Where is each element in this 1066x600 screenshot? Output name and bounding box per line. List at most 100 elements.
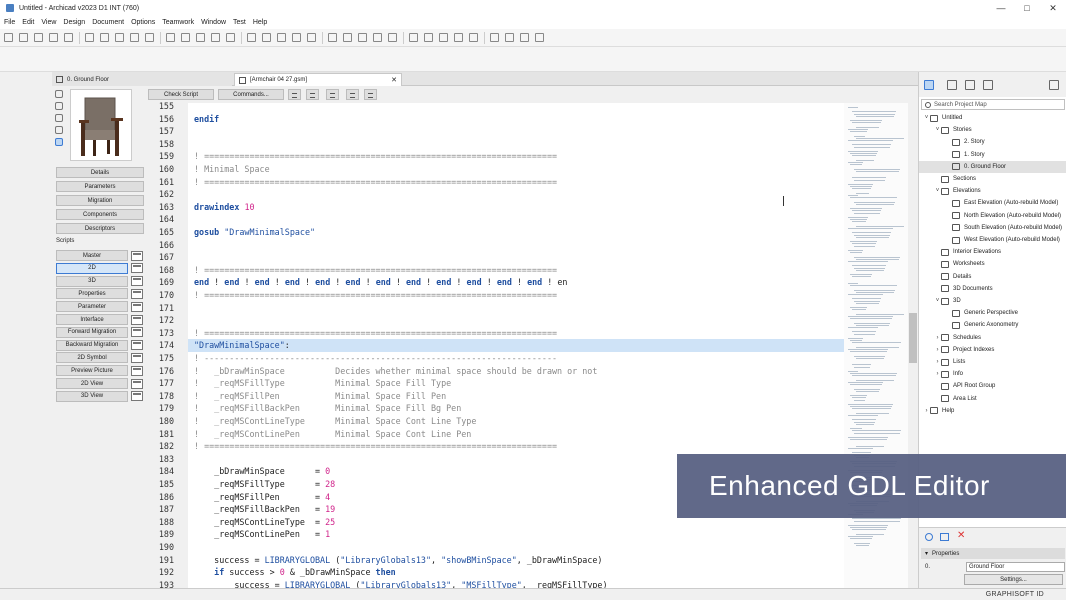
open-script-window-icon[interactable] bbox=[131, 288, 143, 299]
toolbar-tool-icon[interactable] bbox=[130, 33, 139, 42]
expand-arrow-icon[interactable]: ˅ bbox=[923, 115, 930, 121]
code-line[interactable] bbox=[188, 138, 844, 151]
settings-view-icon[interactable] bbox=[940, 533, 949, 541]
toolbar-tool-icon[interactable] bbox=[4, 33, 13, 42]
code-line[interactable]: ! ======================================… bbox=[188, 440, 844, 453]
scrollbar-thumb[interactable] bbox=[909, 313, 917, 363]
project-map-item[interactable]: 2. Story bbox=[919, 136, 1066, 148]
code-line[interactable] bbox=[188, 302, 844, 315]
code-line[interactable]: ! ======================================… bbox=[188, 289, 844, 302]
code-line[interactable] bbox=[188, 541, 844, 554]
publisher-icon[interactable] bbox=[983, 80, 993, 90]
script-toggle-icon[interactable] bbox=[131, 365, 143, 376]
toolbar-tool-icon[interactable] bbox=[100, 33, 109, 42]
toolbar-tool-icon[interactable] bbox=[247, 33, 256, 42]
open-script-window-icon[interactable] bbox=[131, 301, 143, 312]
code-line[interactable]: gosub "DrawMinimalSpace" bbox=[188, 226, 844, 239]
tab-ground-floor[interactable]: 0. Ground Floor bbox=[52, 73, 232, 86]
toolbar-tool-icon[interactable] bbox=[34, 33, 43, 42]
toolbar-tool-icon[interactable] bbox=[328, 33, 337, 42]
toolbar-tool-icon[interactable] bbox=[292, 33, 301, 42]
menu-view[interactable]: View bbox=[41, 19, 56, 26]
code-line[interactable]: drawindex 10 bbox=[188, 201, 844, 214]
list-view-icon[interactable] bbox=[55, 102, 63, 110]
project-map-item[interactable]: East Elevation (Auto-rebuild Model) bbox=[919, 197, 1066, 209]
toolbar-tool-icon[interactable] bbox=[166, 33, 175, 42]
project-map-item[interactable]: West Elevation (Auto-rebuild Model) bbox=[919, 234, 1066, 246]
toolbar-tool-icon[interactable] bbox=[439, 33, 448, 42]
toolbar-tool-icon[interactable] bbox=[520, 33, 529, 42]
toolbar-tool-icon[interactable] bbox=[145, 33, 154, 42]
menu-edit[interactable]: Edit bbox=[22, 19, 34, 26]
script-forward-migration[interactable]: Forward Migration bbox=[56, 326, 128, 338]
button-parameters[interactable]: Parameters bbox=[56, 181, 144, 192]
toolbar-tool-icon[interactable] bbox=[211, 33, 220, 42]
commands-button[interactable]: Commands... bbox=[218, 89, 284, 100]
code-line[interactable]: ! ======================================… bbox=[188, 176, 844, 189]
code-line[interactable]: ! --------------------------------------… bbox=[188, 352, 844, 365]
project-map-item[interactable]: › Help bbox=[919, 405, 1066, 417]
expand-arrow-icon[interactable]: › bbox=[934, 371, 941, 377]
project-map-item[interactable]: API Root Group bbox=[919, 380, 1066, 392]
project-map-item[interactable]: › Info bbox=[919, 368, 1066, 380]
code-line[interactable] bbox=[188, 103, 844, 113]
project-map-item[interactable]: 0. Ground Floor bbox=[919, 160, 1066, 173]
delete-icon[interactable]: ✕ bbox=[957, 530, 965, 541]
script-2d-symbol[interactable]: 2D Symbol bbox=[56, 352, 128, 364]
indent-icon[interactable] bbox=[288, 89, 301, 100]
menu-file[interactable]: File bbox=[4, 19, 15, 26]
project-map-item[interactable]: North Elevation (Auto-rebuild Model) bbox=[919, 210, 1066, 222]
expand-arrow-icon[interactable]: ˅ bbox=[934, 188, 941, 194]
layout-book-icon[interactable] bbox=[965, 80, 975, 90]
project-map-item[interactable]: Worksheets bbox=[919, 258, 1066, 270]
project-map-item[interactable]: › Project Indexes bbox=[919, 344, 1066, 356]
project-map-item[interactable]: 1. Story bbox=[919, 149, 1066, 161]
toolbar-tool-icon[interactable] bbox=[505, 33, 514, 42]
code-line[interactable]: ! ======================================… bbox=[188, 327, 844, 340]
button-components[interactable]: Components bbox=[56, 209, 144, 220]
script-properties[interactable]: Properties bbox=[56, 288, 128, 300]
code-line[interactable]: ! _reqMSFillType Minimal Space Fill Type bbox=[188, 377, 844, 390]
code-line[interactable] bbox=[188, 125, 844, 138]
toolbar-tool-icon[interactable] bbox=[358, 33, 367, 42]
project-map-item[interactable]: Interior Elevations bbox=[919, 246, 1066, 258]
new-view-icon[interactable] bbox=[925, 533, 933, 541]
comment-icon[interactable] bbox=[326, 89, 339, 100]
project-map-item[interactable]: › Schedules bbox=[919, 332, 1066, 344]
open-script-window-icon[interactable] bbox=[131, 340, 143, 351]
2d-view-icon[interactable] bbox=[55, 114, 63, 122]
toolbar-tool-icon[interactable] bbox=[85, 33, 94, 42]
toolbar-tool-icon[interactable] bbox=[343, 33, 352, 42]
toolbar-tool-icon[interactable] bbox=[181, 33, 190, 42]
project-map-item[interactable]: 3D Documents bbox=[919, 283, 1066, 295]
story-name-input[interactable]: Ground Floor bbox=[966, 561, 1065, 572]
menu-document[interactable]: Document bbox=[92, 19, 124, 26]
toolbar-tool-icon[interactable] bbox=[454, 33, 463, 42]
toolbar-tool-icon[interactable] bbox=[424, 33, 433, 42]
code-line[interactable] bbox=[188, 188, 844, 201]
toolbar-tool-icon[interactable] bbox=[388, 33, 397, 42]
toolbar-tool-icon[interactable] bbox=[226, 33, 235, 42]
expand-arrow-icon[interactable]: › bbox=[923, 408, 930, 414]
toolbar-tool-icon[interactable] bbox=[409, 33, 418, 42]
project-map-item[interactable]: Generic Perspective bbox=[919, 307, 1066, 319]
code-line[interactable]: ! _reqMSContLineType Minimal Space Cont … bbox=[188, 415, 844, 428]
open-script-window-icon[interactable] bbox=[131, 250, 143, 261]
script-toggle-icon[interactable] bbox=[131, 352, 143, 363]
code-line[interactable]: ! _reqMSFillPen Minimal Space Fill Pen bbox=[188, 390, 844, 403]
expand-arrow-icon[interactable]: › bbox=[934, 347, 941, 353]
menu-window[interactable]: Window bbox=[201, 19, 226, 26]
code-line[interactable]: ! ======================================… bbox=[188, 264, 844, 277]
script-backward-migration[interactable]: Backward Migration bbox=[56, 339, 128, 351]
project-map-item[interactable]: South Elevation (Auto-rebuild Model) bbox=[919, 222, 1066, 234]
expand-arrow-icon[interactable]: ˅ bbox=[934, 298, 941, 304]
toolbar-tool-icon[interactable] bbox=[262, 33, 271, 42]
graphisoft-id[interactable]: GRAPHISOFT ID bbox=[986, 591, 1044, 598]
code-line[interactable] bbox=[188, 251, 844, 264]
script-preview-picture[interactable]: Preview Picture bbox=[56, 365, 128, 377]
toolbar-tool-icon[interactable] bbox=[469, 33, 478, 42]
script-2d-view[interactable]: 2D View bbox=[56, 378, 128, 389]
open-script-window-icon[interactable] bbox=[131, 327, 143, 338]
toolbar-tool-icon[interactable] bbox=[115, 33, 124, 42]
script-3d[interactable]: 3D bbox=[56, 275, 128, 287]
